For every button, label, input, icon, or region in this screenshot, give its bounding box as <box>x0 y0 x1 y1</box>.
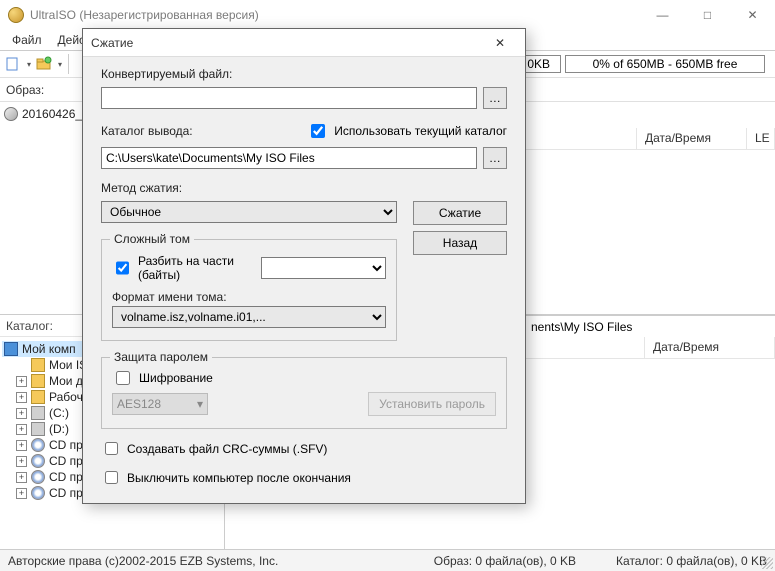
use-current-dir-input[interactable] <box>311 124 325 138</box>
encryption-input[interactable] <box>116 371 130 385</box>
path-text: nents\My ISO Files <box>531 320 632 334</box>
encryption-checkbox[interactable]: Шифрование <box>112 368 496 388</box>
copyright-text: Авторские права (c)2002-2015 EZB Systems… <box>8 554 278 568</box>
expand-icon[interactable]: + <box>16 408 27 419</box>
tree-label: Мой комп <box>22 342 76 356</box>
window-titlebar: UltraISO (Незарегистрированная версия) —… <box>0 0 775 30</box>
free-space-box: 0% of 650MB - 650MB free <box>565 55 765 73</box>
dialog-close-button[interactable]: ✕ <box>483 32 517 54</box>
drive-icon <box>31 422 45 436</box>
cd-icon <box>31 454 45 468</box>
tree-label: (D:) <box>49 422 69 436</box>
app-icon <box>8 7 24 23</box>
maximize-button[interactable]: □ <box>685 0 730 30</box>
password-group: Защита паролем Шифрование AES128▾ Устано… <box>101 357 507 429</box>
dialog-title: Сжатие <box>91 36 483 50</box>
convert-file-input[interactable] <box>101 87 477 109</box>
expand-icon[interactable]: + <box>16 424 27 435</box>
new-icon[interactable] <box>4 55 22 73</box>
split-parts-checkbox[interactable]: Разбить на части (байты) <box>112 254 251 282</box>
shutdown-checkbox[interactable]: Выключить компьютер после окончания <box>101 468 507 487</box>
col-date[interactable]: Дата/Время <box>645 337 775 358</box>
complex-volume-group: Сложный том Разбить на части (байты) Фор… <box>101 239 397 341</box>
volume-format-label: Формат имени тома: <box>112 290 386 304</box>
window-title: UltraISO (Незарегистрированная версия) <box>30 8 640 22</box>
status-image: Образ: 0 файла(ов), 0 KB <box>434 554 576 568</box>
browse-convert-file-button[interactable]: … <box>483 87 507 109</box>
method-label: Метод сжатия: <box>101 181 507 195</box>
password-legend: Защита паролем <box>110 350 212 364</box>
expand-icon[interactable]: + <box>16 440 27 451</box>
drive-icon <box>31 406 45 420</box>
menu-file[interactable]: Файл <box>6 31 48 49</box>
close-button[interactable]: ✕ <box>730 0 775 30</box>
expand-icon[interactable]: + <box>16 472 27 483</box>
minimize-button[interactable]: — <box>640 0 685 30</box>
expand-icon[interactable]: + <box>16 488 27 499</box>
output-dir-label: Каталог вывода: <box>101 124 193 138</box>
use-current-dir-checkbox[interactable]: Использовать текущий каталог <box>307 121 507 141</box>
dialog-titlebar: Сжатие ✕ <box>83 29 525 57</box>
catalog-label: Каталог: <box>6 319 53 333</box>
complex-volume-legend: Сложный том <box>110 232 194 246</box>
crc-checkbox[interactable]: Создавать файл CRC-суммы (.SFV) <box>101 439 507 458</box>
split-parts-input[interactable] <box>116 261 129 275</box>
encryption-label: Шифрование <box>139 371 213 385</box>
convert-file-label: Конвертируемый файл: <box>101 67 507 81</box>
expand-icon[interactable]: + <box>16 376 27 387</box>
set-password-button: Установить пароль <box>368 392 496 416</box>
computer-icon <box>4 342 18 356</box>
expand-icon[interactable]: + <box>16 456 27 467</box>
col-lba[interactable]: LE <box>747 128 775 149</box>
status-bar: Авторские права (c)2002-2015 EZB Systems… <box>0 549 775 571</box>
cd-icon <box>31 470 45 484</box>
open-icon[interactable] <box>35 55 53 73</box>
folder-icon <box>31 374 45 388</box>
compress-button[interactable]: Сжатие <box>413 201 507 225</box>
cd-icon <box>31 438 45 452</box>
folder-icon <box>31 390 45 404</box>
folder-icon <box>31 358 45 372</box>
algorithm-select: AES128▾ <box>112 393 208 415</box>
image-label: Образ: <box>6 83 44 97</box>
cd-icon <box>31 486 45 500</box>
back-button[interactable]: Назад <box>413 231 507 255</box>
compression-dialog: Сжатие ✕ Конвертируемый файл: … Каталог … <box>82 28 526 504</box>
crc-label: Создавать файл CRC-суммы (.SFV) <box>127 442 327 456</box>
method-select[interactable]: Обычное <box>101 201 397 223</box>
col-date[interactable]: Дата/Время <box>637 128 747 149</box>
expand-icon[interactable]: + <box>16 392 27 403</box>
disc-icon <box>4 107 18 121</box>
output-dir-input[interactable] <box>101 147 477 169</box>
resize-grip[interactable] <box>761 557 773 569</box>
volume-format-select[interactable]: volname.isz,volname.i01,... <box>112 306 386 328</box>
shutdown-label: Выключить компьютер после окончания <box>127 471 351 485</box>
split-size-select[interactable] <box>261 257 386 279</box>
use-current-dir-label: Использовать текущий каталог <box>334 124 507 138</box>
browse-output-dir-button[interactable]: … <box>483 147 507 169</box>
tree-label: (C:) <box>49 406 69 420</box>
status-catalog: Каталог: 0 файла(ов), 0 KB <box>616 554 767 568</box>
crc-input[interactable] <box>105 442 118 455</box>
shutdown-input[interactable] <box>105 471 118 484</box>
split-parts-label: Разбить на части (байты) <box>138 254 251 282</box>
